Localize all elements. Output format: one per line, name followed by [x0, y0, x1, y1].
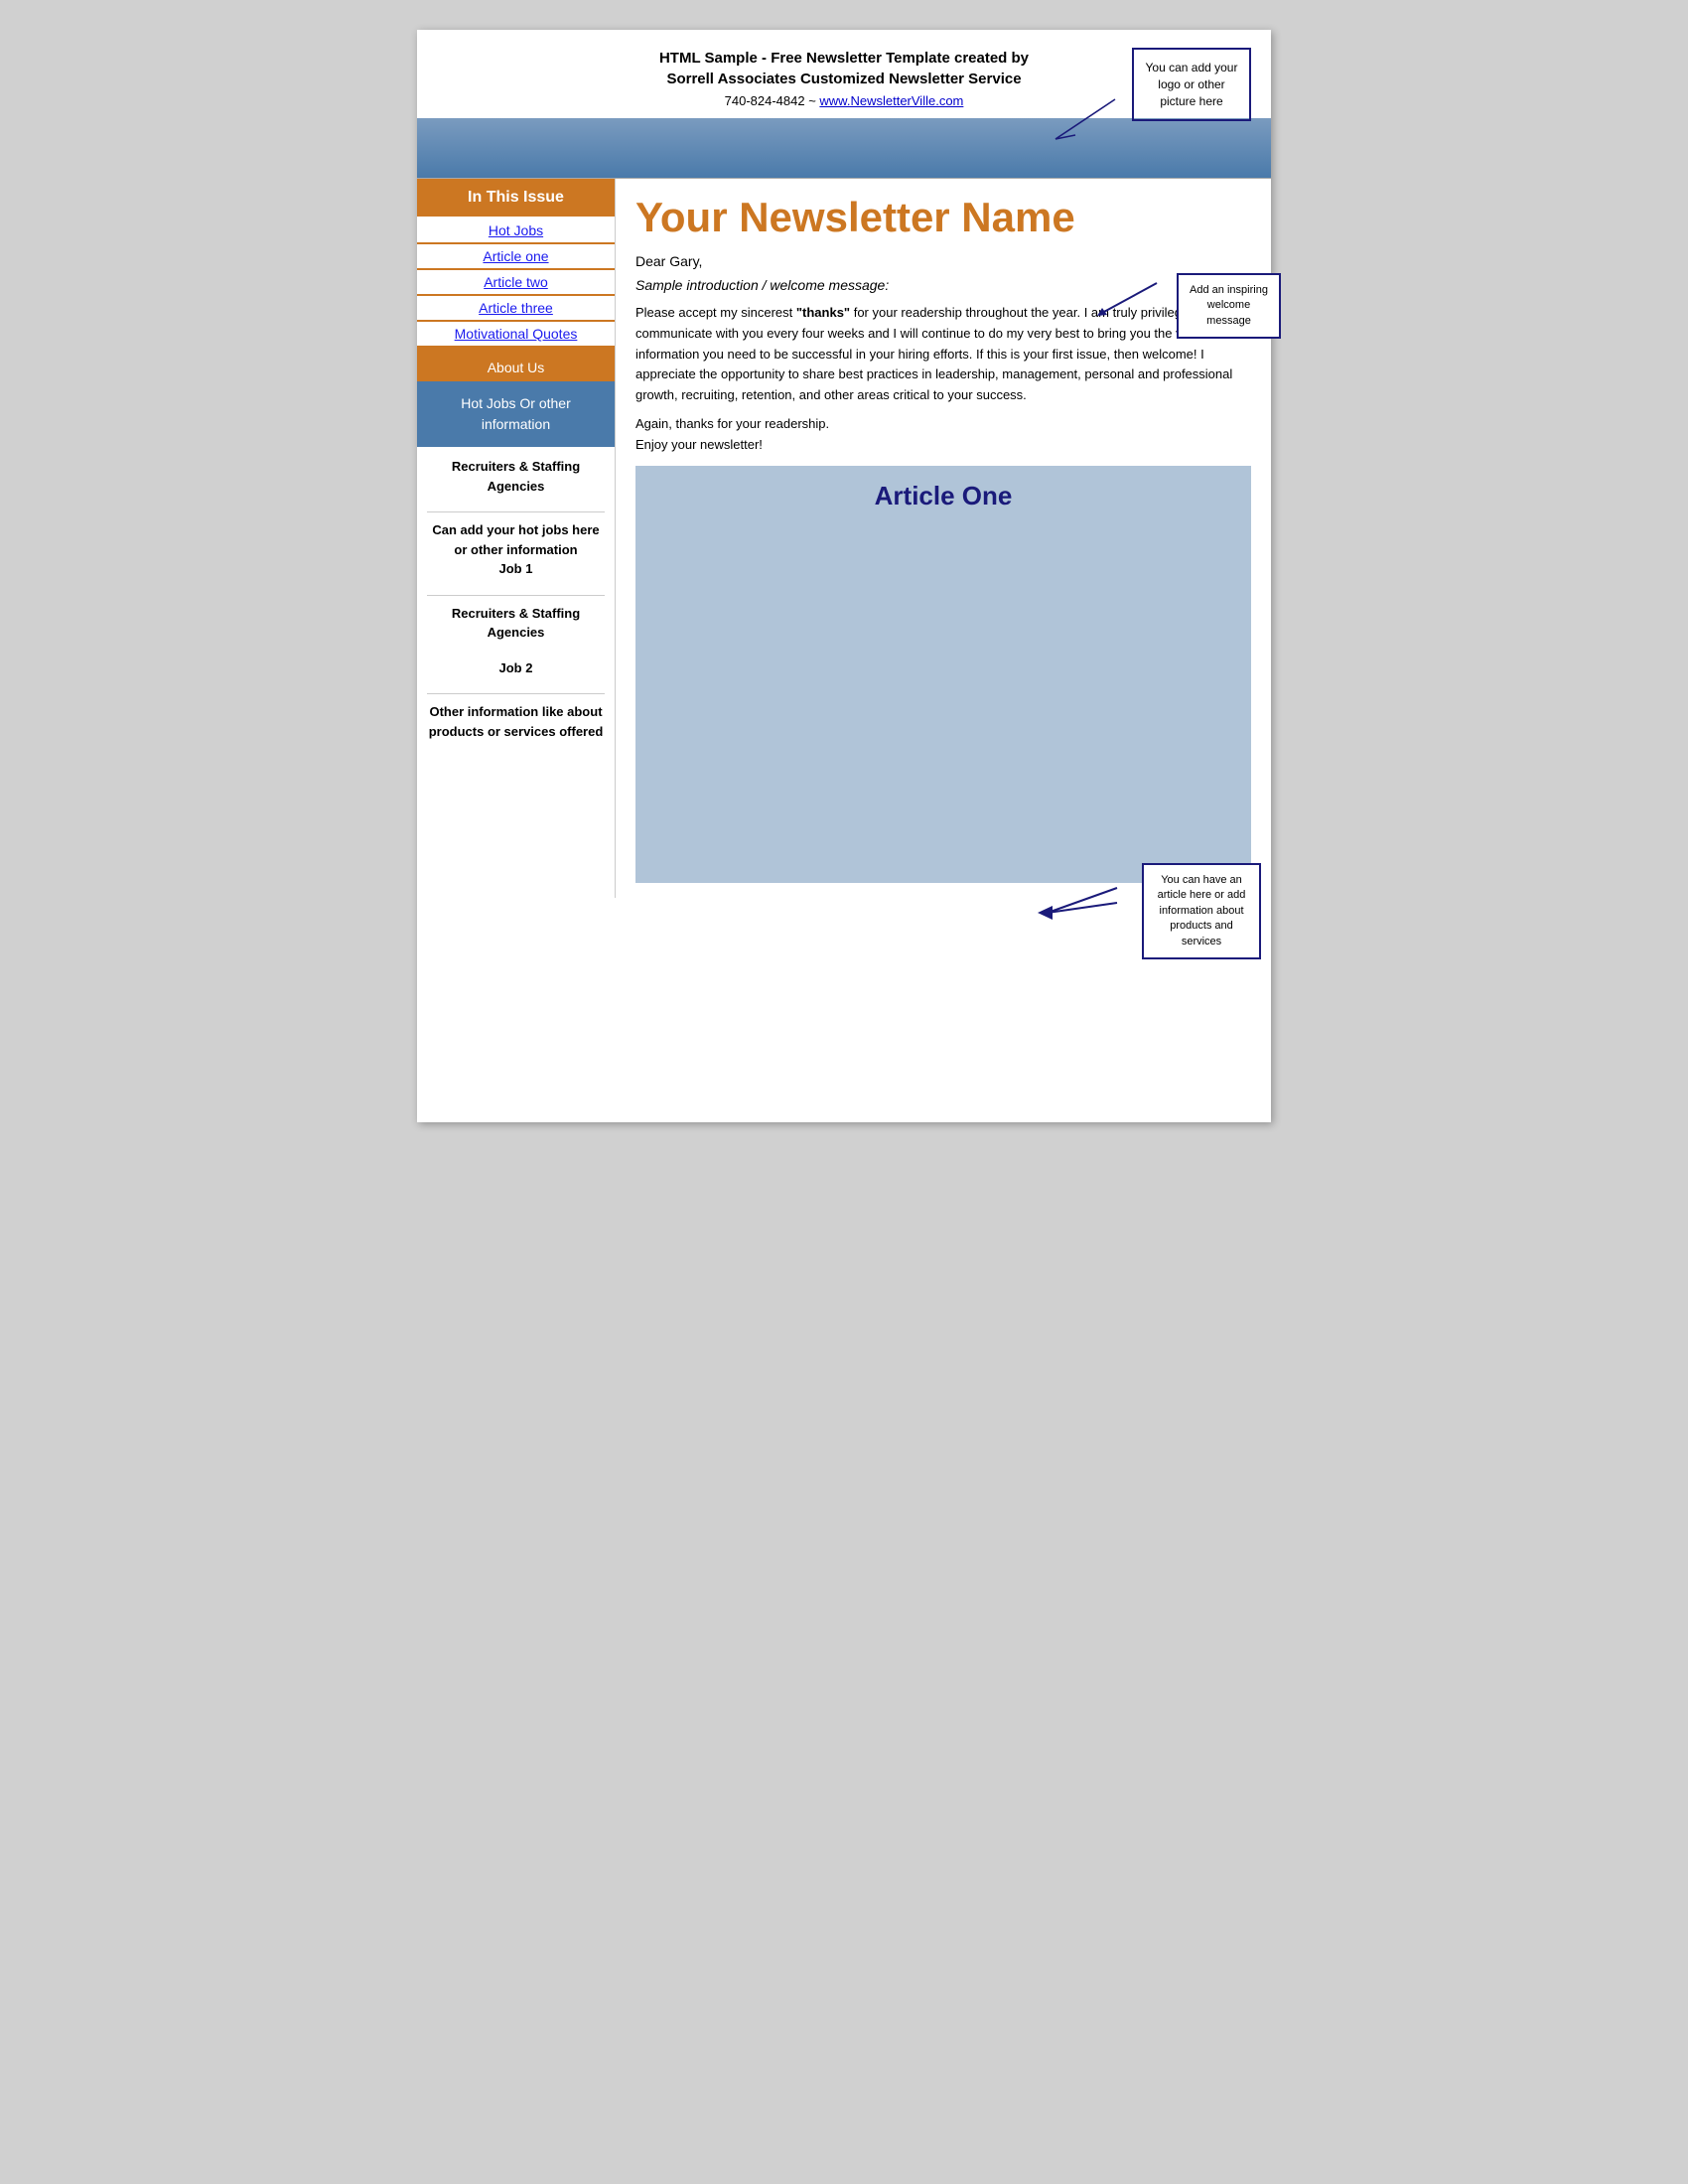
sidebar-divider-1: [427, 511, 605, 512]
greeting-text: Dear Gary,: [635, 253, 702, 269]
enjoy-text: Enjoy your newsletter!: [635, 437, 763, 452]
sidebar-job-2: Job 2: [427, 658, 605, 678]
job-1-label: Job 1: [499, 561, 533, 576]
thanks-again-text: Again, thanks for your readership.: [635, 416, 829, 431]
sidebar-nav-hot-jobs[interactable]: Hot Jobs: [417, 218, 615, 242]
header-website-link[interactable]: www.NewsletterVille.com: [819, 93, 963, 108]
blue-banner: [417, 118, 1271, 178]
sidebar-hot-jobs-info: Hot Jobs Or other information: [417, 381, 615, 447]
annotation-welcome-box: Add an inspiring welcome message: [1177, 273, 1281, 339]
newsletter-title: Your Newsletter Name: [635, 194, 1251, 241]
sidebar-in-this-issue: In This Issue: [417, 179, 615, 217]
article-title-text: Article One: [875, 481, 1013, 510]
job-2-label: Job 2: [499, 660, 533, 675]
arrow-welcome-icon: [1092, 273, 1162, 323]
sidebar-body: Recruiters & Staffing Agencies Can add y…: [417, 447, 615, 767]
recruiters-1-label: Recruiters & Staffing Agencies: [452, 459, 580, 494]
sidebar-info-text: Hot Jobs Or other information: [461, 395, 571, 432]
sidebar-about-us: About Us: [417, 354, 615, 381]
sidebar-recruiters-2: Recruiters & Staffing Agencies: [427, 604, 605, 643]
header-contact: 740-824-4842 ~ www.NewsletterVille.com: [437, 93, 1251, 108]
sidebar-nav-article-one[interactable]: Article one: [417, 244, 615, 268]
header-phone: 740-824-4842 ~: [725, 93, 820, 108]
logo-box: You can add your logo or other picture h…: [1132, 48, 1251, 121]
in-this-issue-label: In This Issue: [468, 189, 564, 206]
sidebar-other-info: Other information like about products or…: [427, 702, 605, 741]
sidebar-nav-article-three[interactable]: Article three: [417, 296, 615, 320]
recruiters-2-label: Recruiters & Staffing Agencies: [452, 606, 580, 641]
sidebar-nav-motivational-quotes[interactable]: Motivational Quotes: [417, 322, 615, 346]
thanks-again: Again, thanks for your readership.: [635, 416, 1251, 431]
header-title-line2: Sorrell Associates Customized Newsletter…: [666, 71, 1021, 87]
main-layout: In This Issue Hot Jobs Article one Artic…: [417, 179, 1271, 898]
other-info-label: Other information like about products or…: [429, 704, 604, 739]
logo-box-text: You can add your logo or other picture h…: [1146, 61, 1238, 108]
sidebar-nav-article-two[interactable]: Article two: [417, 270, 615, 294]
hot-jobs-text-label: Can add your hot jobs here or other info…: [432, 522, 599, 557]
annotation-article-text: You can have an article here or add info…: [1158, 874, 1246, 947]
sidebar-nav: Hot Jobs Article one Article two Article…: [417, 218, 615, 354]
page-header: HTML Sample - Free Newsletter Template c…: [417, 30, 1271, 118]
arrow-logo-icon: [1048, 89, 1127, 149]
enjoy: Enjoy your newsletter!: [635, 437, 1251, 452]
about-us-label: About Us: [488, 360, 545, 375]
sidebar-divider-2: [427, 595, 605, 596]
article-one-title: Article One: [650, 481, 1236, 511]
article-one-section: Article One You can have an article here…: [635, 466, 1251, 883]
header-title: HTML Sample - Free Newsletter Template c…: [437, 48, 1251, 89]
sidebar: In This Issue Hot Jobs Article one Artic…: [417, 179, 616, 898]
annotation-welcome-text: Add an inspiring welcome message: [1190, 284, 1268, 327]
intro-text: Sample introduction / welcome message:: [635, 277, 889, 293]
greeting: Dear Gary,: [635, 253, 1251, 269]
thanks-bold: "thanks": [796, 305, 850, 320]
annotation-article-box: You can have an article here or add info…: [1142, 863, 1261, 959]
main-content: Add an inspiring welcome message Your Ne…: [616, 179, 1271, 898]
page: HTML Sample - Free Newsletter Template c…: [417, 30, 1271, 1122]
header-title-line1: HTML Sample - Free Newsletter Template c…: [659, 50, 1029, 67]
sidebar-divider-3: [427, 693, 605, 694]
sidebar-recruiters-1: Recruiters & Staffing Agencies: [427, 457, 605, 496]
newsletter-name-text: Your Newsletter Name: [635, 194, 1075, 240]
sidebar-hot-jobs-text: Can add your hot jobs here or other info…: [427, 520, 605, 579]
arrow-article-icon: [1008, 873, 1127, 933]
